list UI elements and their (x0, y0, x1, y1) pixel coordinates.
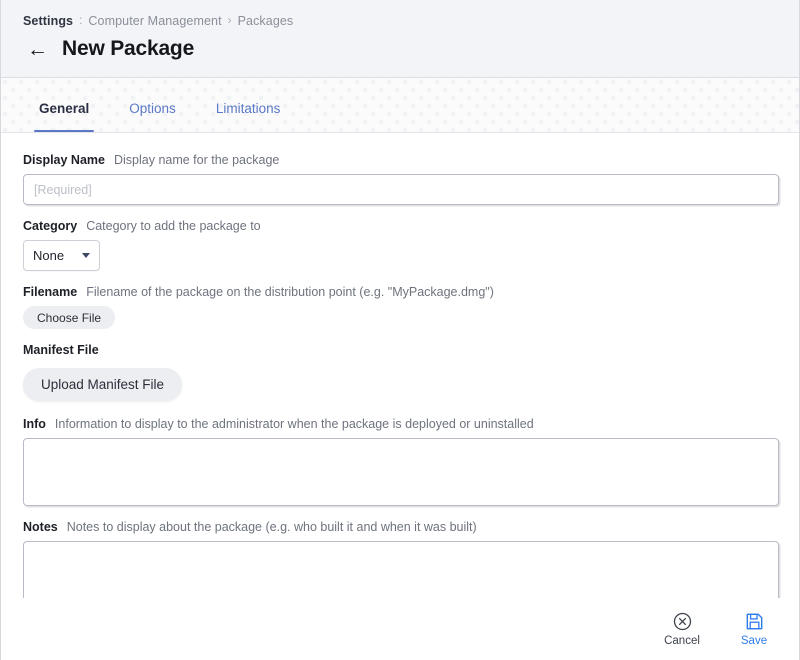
manifest-labelline: Manifest File (23, 343, 777, 357)
save-button[interactable]: Save (735, 612, 773, 647)
breadcrumb-packages[interactable]: Packages (238, 14, 294, 28)
tab-general[interactable]: General (34, 101, 94, 132)
field-category: Category Category to add the package to … (23, 219, 777, 271)
upload-manifest-file-button[interactable]: Upload Manifest File (23, 368, 182, 401)
save-label: Save (741, 635, 767, 647)
breadcrumb-separator-colon: : (79, 15, 82, 27)
info-hint: Information to display to the administra… (55, 417, 534, 431)
floppy-disk-save-icon (745, 612, 764, 631)
title-row: ← New Package (1, 28, 799, 61)
notes-label: Notes (23, 520, 58, 534)
display-name-input[interactable] (23, 174, 779, 205)
info-textarea[interactable] (23, 438, 779, 506)
category-select-value: None (33, 248, 64, 263)
category-labelline: Category Category to add the package to (23, 219, 777, 233)
breadcrumb: Settings : Computer Management › Package… (1, 14, 799, 28)
page-header: Settings : Computer Management › Package… (1, 0, 799, 78)
tab-bar: General Options Limitations (1, 78, 799, 133)
display-name-labelline: Display Name Display name for the packag… (23, 153, 777, 167)
field-info: Info Information to display to the admin… (23, 417, 777, 506)
info-labelline: Info Information to display to the admin… (23, 417, 777, 431)
manifest-file-label: Manifest File (23, 343, 99, 357)
new-package-page: Settings : Computer Management › Package… (0, 0, 800, 660)
form-body: Display Name Display name for the packag… (1, 133, 799, 598)
breadcrumb-settings[interactable]: Settings (23, 14, 73, 28)
page-title: New Package (62, 37, 194, 61)
notes-labelline: Notes Notes to display about the package… (23, 520, 777, 534)
field-notes: Notes Notes to display about the package… (23, 520, 777, 598)
form-footer: Cancel Save (1, 598, 799, 660)
field-manifest-file: Manifest File Upload Manifest File (23, 343, 777, 401)
category-select-wrap: None (23, 240, 100, 271)
cancel-button[interactable]: Cancel (663, 612, 701, 647)
filename-labelline: Filename Filename of the package on the … (23, 285, 777, 299)
filename-hint: Filename of the package on the distribut… (86, 285, 494, 299)
breadcrumb-computer-management[interactable]: Computer Management (88, 14, 221, 28)
field-display-name: Display Name Display name for the packag… (23, 153, 777, 205)
category-hint: Category to add the package to (86, 219, 260, 233)
breadcrumb-separator-chevron: › (228, 15, 232, 27)
display-name-label: Display Name (23, 153, 105, 167)
tab-limitations[interactable]: Limitations (211, 101, 286, 132)
info-label: Info (23, 417, 46, 431)
back-arrow-icon[interactable]: ← (27, 39, 49, 60)
choose-file-button[interactable]: Choose File (23, 306, 115, 329)
cancel-label: Cancel (664, 635, 700, 647)
field-filename: Filename Filename of the package on the … (23, 285, 777, 329)
notes-hint: Notes to display about the package (e.g.… (67, 520, 477, 534)
cancel-circle-icon (673, 612, 692, 631)
category-label: Category (23, 219, 77, 233)
chevron-down-icon (82, 253, 90, 258)
filename-label: Filename (23, 285, 77, 299)
notes-textarea[interactable] (23, 541, 779, 598)
tab-options[interactable]: Options (124, 101, 181, 132)
display-name-hint: Display name for the package (114, 153, 279, 167)
category-select[interactable]: None (23, 240, 100, 271)
